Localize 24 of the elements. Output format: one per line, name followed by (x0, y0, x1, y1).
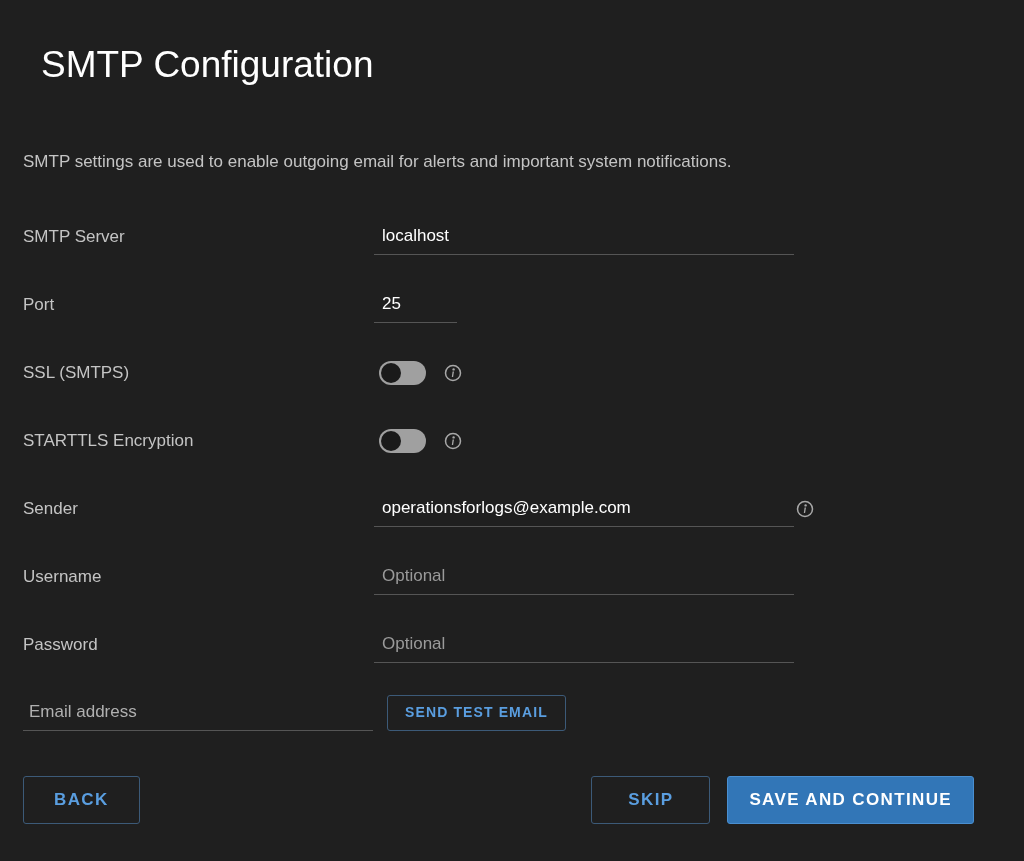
field-label: Sender (23, 497, 79, 520)
button[interactable]: SKIP (591, 776, 711, 824)
button[interactable]: SAVE AND CONTINUE (727, 776, 974, 824)
button[interactable]: BACK (23, 776, 140, 824)
field-label: SMTP Server (23, 225, 126, 248)
field-label: SSL (SMTPS) (23, 361, 131, 384)
info-icon[interactable] (796, 499, 814, 518)
info-icon[interactable] (444, 363, 462, 382)
input-field[interactable]: 25 (374, 286, 457, 323)
input-field[interactable]: Optional (374, 558, 794, 595)
page-title: SMTP Configuration (41, 43, 375, 87)
send-test-email-button[interactable]: SEND TEST EMAIL (387, 694, 566, 731)
description-text: SMTP settings are used to enable outgoing email for alerts and important system notifications. (23, 151, 733, 173)
field-label: Username (23, 565, 103, 588)
input-field[interactable]: Optional (374, 626, 794, 663)
info-icon[interactable] (444, 431, 462, 450)
field-label: STARTTLS Encryption (23, 429, 195, 452)
field-label: Port (23, 293, 56, 316)
input-field[interactable]: localhost (374, 218, 794, 255)
email-address-field[interactable]: Email address (23, 694, 373, 731)
toggle-switch[interactable] (379, 360, 426, 385)
toggle-switch[interactable] (379, 428, 426, 453)
field-label: Password (23, 633, 99, 656)
input-field[interactable]: operationsforlogs@example.com (374, 490, 794, 527)
